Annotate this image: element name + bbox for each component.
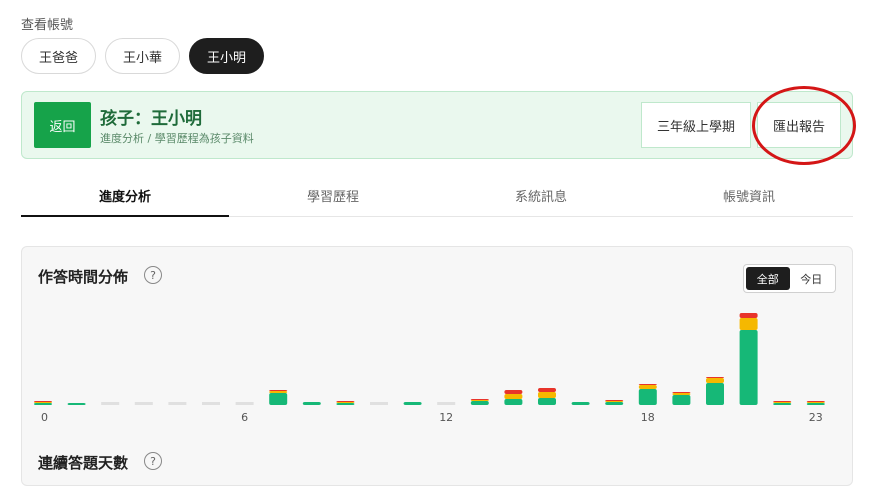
bar-hour-18-segment-1[interactable] <box>638 385 657 389</box>
bar-hour-20-segment-0[interactable] <box>706 383 724 405</box>
bar-hour-17-segment-2[interactable] <box>605 400 624 401</box>
bar-hour-23-segment-0[interactable] <box>806 403 825 405</box>
account-button-dad[interactable]: 王爸爸 <box>21 38 97 74</box>
export-report-button[interactable]: 匯出報告 <box>757 102 841 148</box>
bar-hour-0-segment-2[interactable] <box>34 401 52 402</box>
empty-bar-4 <box>168 402 187 405</box>
x-tick-label-12: 12 <box>439 411 453 424</box>
tab-progress[interactable]: 進度分析 <box>21 174 229 217</box>
back-button[interactable]: 返回 <box>34 102 91 148</box>
x-tick-label-23: 23 <box>809 411 823 424</box>
bar-hour-18-segment-2[interactable] <box>638 384 657 385</box>
empty-bar-5 <box>202 402 220 405</box>
empty-bar-2 <box>101 402 120 405</box>
time-distribution-chart: 0 6 12 18 23 <box>34 313 825 424</box>
bar-hour-22-segment-0[interactable] <box>773 403 792 405</box>
bar-hour-19-segment-2[interactable] <box>672 392 691 393</box>
tab-account[interactable]: 帳號資訊 <box>645 174 853 216</box>
bar-hour-14-segment-2[interactable] <box>504 390 523 394</box>
empty-bar-6 <box>235 402 254 405</box>
tab-history[interactable]: 學習歷程 <box>229 174 437 216</box>
child-subtitle: 進度分析 / 學習歷程為孩子資料 <box>100 132 254 145</box>
bar-hour-22-segment-1[interactable] <box>773 402 792 403</box>
account-switcher: 王爸爸 王小華 王小明 <box>21 38 265 74</box>
bar-hour-15-segment-1[interactable] <box>538 392 556 398</box>
bar-hour-20-segment-1[interactable] <box>706 378 724 383</box>
bar-hour-21-segment-0[interactable] <box>739 330 758 405</box>
bar-hour-7-segment-0[interactable] <box>269 393 288 405</box>
bar-hour-0-segment-1[interactable] <box>34 402 52 403</box>
child-title: 孩子：王小明 <box>100 109 202 129</box>
x-tick-label-6: 6 <box>241 411 248 424</box>
bar-hour-1-segment-0[interactable] <box>67 403 86 405</box>
bar-hour-21-segment-2[interactable] <box>739 313 758 318</box>
bar-hour-23-segment-2[interactable] <box>806 401 825 402</box>
x-tick-label-18: 18 <box>641 411 655 424</box>
help-icon-streak[interactable]: ? <box>144 452 162 470</box>
bar-hour-9-segment-0[interactable] <box>336 403 355 405</box>
empty-bar-3 <box>134 402 153 405</box>
empty-bar-10 <box>370 402 388 405</box>
account-button-xiaohua[interactable]: 王小華 <box>105 38 181 74</box>
streak-title: 連續答題天數 <box>38 454 129 472</box>
bar-hour-11-segment-0[interactable] <box>403 402 422 405</box>
bar-hour-7-segment-1[interactable] <box>269 391 288 393</box>
bar-hour-13-segment-0[interactable] <box>470 401 489 405</box>
bar-hour-17-segment-1[interactable] <box>605 401 624 402</box>
account-button-xiaoming[interactable]: 王小明 <box>189 38 265 74</box>
bar-hour-14-segment-1[interactable] <box>504 394 523 399</box>
bar-hour-15-segment-0[interactable] <box>538 398 556 405</box>
bar-hour-9-segment-1[interactable] <box>336 402 355 403</box>
bar-hour-19-segment-0[interactable] <box>672 395 691 405</box>
bar-hour-20-segment-2[interactable] <box>706 377 724 378</box>
x-tick-label-0: 0 <box>41 411 48 424</box>
bar-hour-0-segment-0[interactable] <box>34 403 52 405</box>
bar-hour-14-segment-0[interactable] <box>504 399 523 405</box>
bar-hour-21-segment-1[interactable] <box>739 318 758 330</box>
tab-messages[interactable]: 系統訊息 <box>437 174 645 216</box>
bar-hour-9-segment-2[interactable] <box>336 401 355 402</box>
bar-hour-23-segment-1[interactable] <box>806 402 825 403</box>
account-section-label: 查看帳號 <box>21 18 74 33</box>
empty-bar-12 <box>437 402 456 405</box>
time-distribution-card: 作答時間分佈 ? 全部 今日 0 6 12 18 23 連續答題天數 ? <box>21 246 853 486</box>
bar-hour-17-segment-0[interactable] <box>605 402 624 405</box>
bar-hour-13-segment-2[interactable] <box>470 399 489 400</box>
semester-button[interactable]: 三年級上學期 <box>641 102 751 148</box>
bar-hour-18-segment-0[interactable] <box>638 389 657 405</box>
bar-hour-22-segment-2[interactable] <box>773 401 792 402</box>
bar-hour-15-segment-2[interactable] <box>538 388 556 392</box>
tab-bar: 進度分析 學習歷程 系統訊息 帳號資訊 <box>21 174 853 217</box>
bar-hour-13-segment-1[interactable] <box>470 400 489 401</box>
child-banner: 返回 孩子：王小明 進度分析 / 學習歷程為孩子資料 三年級上學期 匯出報告 <box>21 91 853 159</box>
bar-hour-19-segment-1[interactable] <box>672 393 691 395</box>
bar-hour-7-segment-2[interactable] <box>269 390 288 391</box>
bar-hour-8-segment-0[interactable] <box>302 402 321 405</box>
bar-hour-16-segment-0[interactable] <box>571 402 590 405</box>
